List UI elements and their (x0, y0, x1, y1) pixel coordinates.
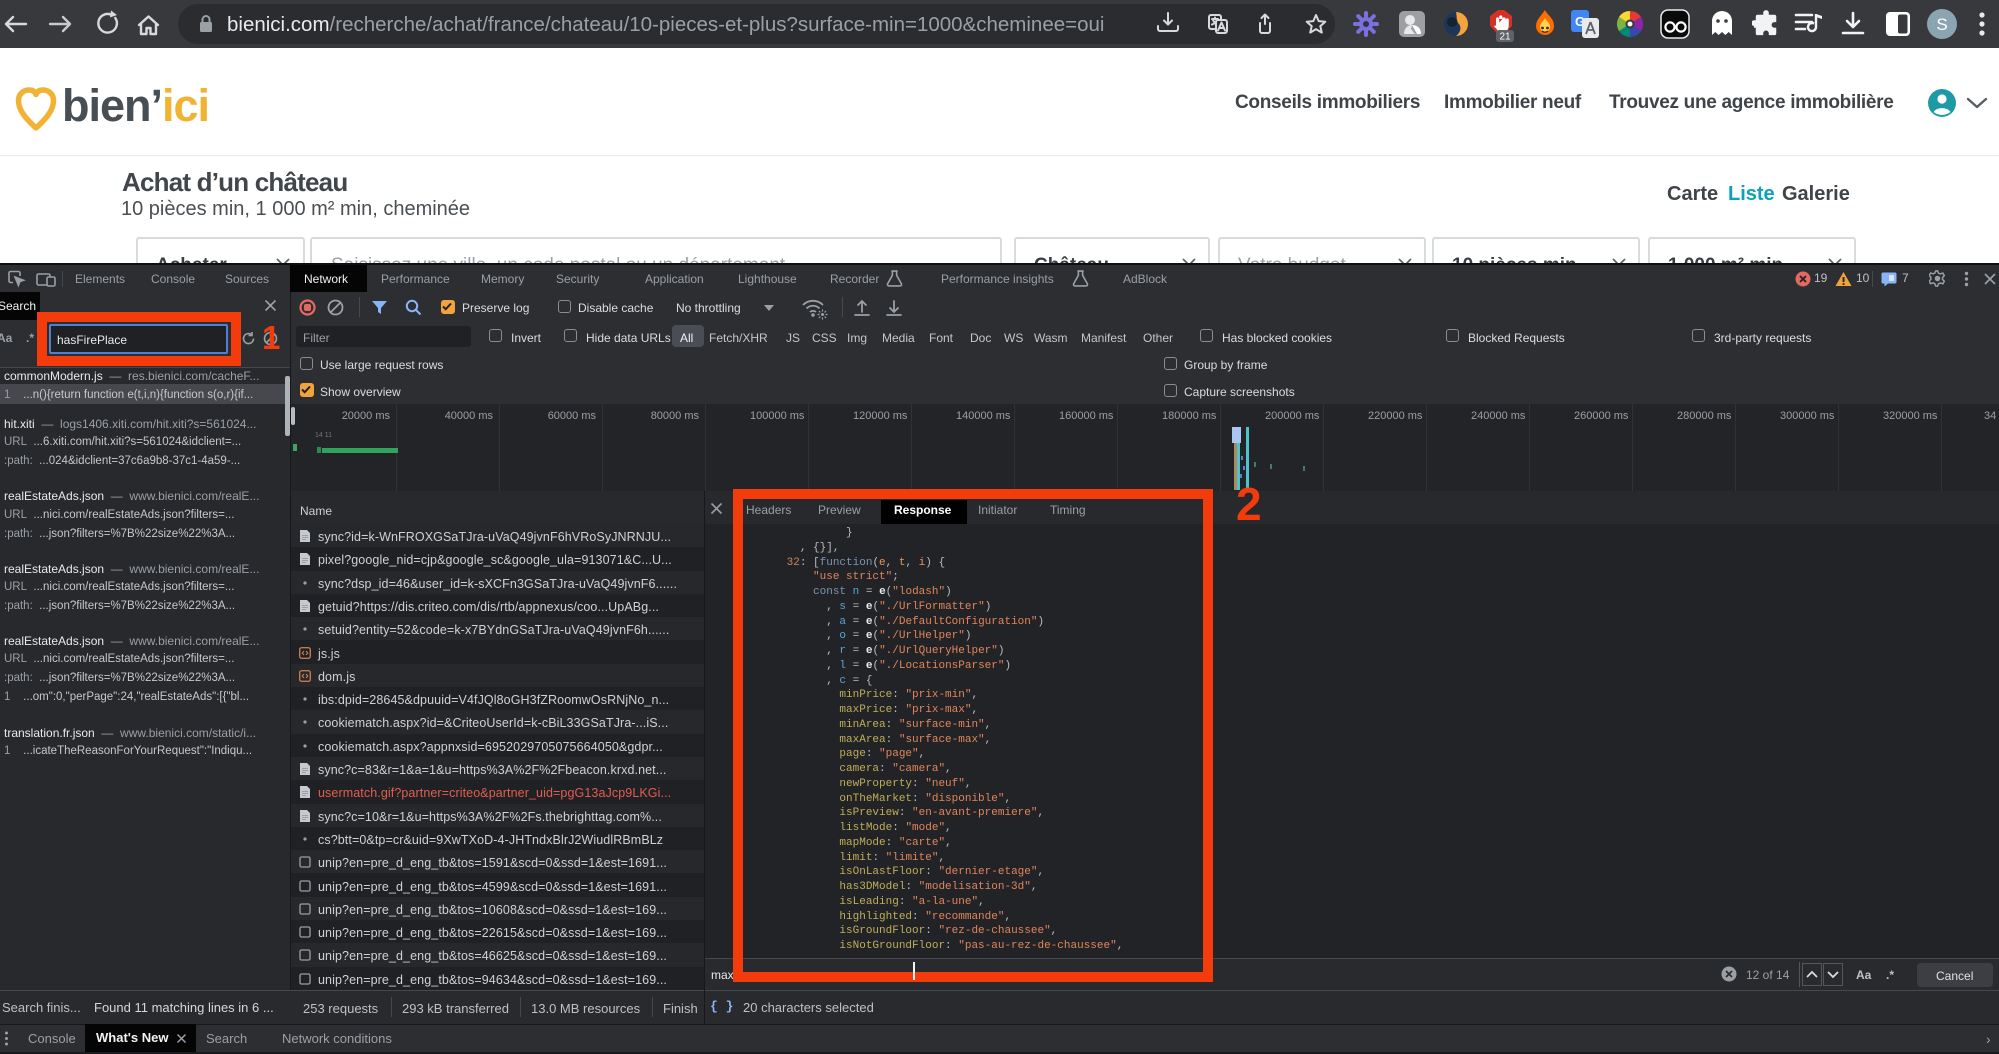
svg-text:21: 21 (1499, 32, 1511, 43)
svg-text:S: S (1936, 15, 1947, 34)
svg-text:bien’ici: bien’ici (62, 80, 209, 131)
